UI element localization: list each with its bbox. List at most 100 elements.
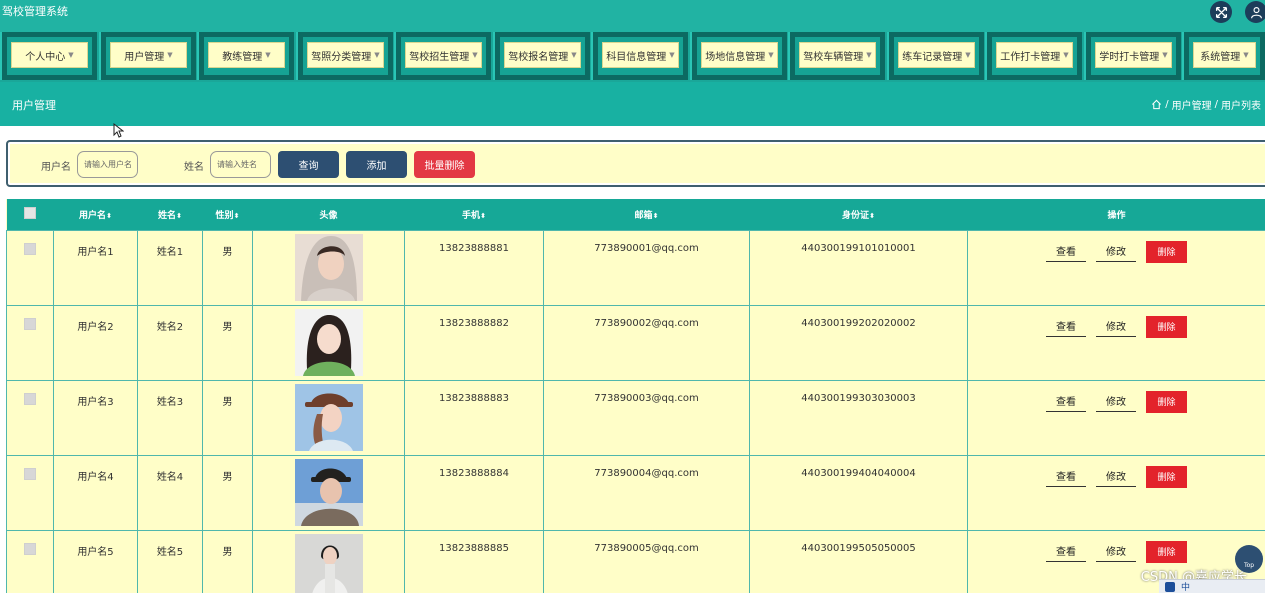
menu-button[interactable]: 驾校招生管理 ▼ bbox=[405, 42, 482, 68]
row-select-cell bbox=[6, 529, 54, 593]
cell-email: 773890004@qq.com bbox=[543, 454, 750, 531]
row-checkbox[interactable] bbox=[24, 317, 36, 330]
user-icon[interactable] bbox=[1245, 1, 1265, 23]
view-button[interactable]: 查看 bbox=[1046, 241, 1086, 262]
menu-button[interactable]: 工作打卡管理 ▼ bbox=[996, 42, 1073, 68]
menu-button[interactable]: 系统管理 ▼ bbox=[1193, 42, 1256, 68]
col-header-phone[interactable]: 手机⬍ bbox=[404, 199, 544, 230]
row-checkbox[interactable] bbox=[24, 542, 36, 555]
col-header-actions: 操作 bbox=[967, 199, 1265, 230]
username-search-input[interactable]: 请输入用户名 bbox=[77, 151, 138, 178]
back-to-top-button[interactable]: Top bbox=[1235, 545, 1263, 573]
menu-button[interactable]: 个人中心 ▼ bbox=[11, 42, 88, 68]
tray-logo-icon bbox=[1165, 581, 1175, 592]
cell-idcard: 440300199505050005 bbox=[749, 529, 968, 593]
cell-idcard: 440300199101010001 bbox=[749, 229, 968, 306]
col-header-username[interactable]: 用户名⬍ bbox=[53, 199, 138, 230]
menu-label: 教练管理 bbox=[222, 51, 263, 63]
breadcrumb-item-user-management[interactable]: 用户管理 bbox=[1172, 97, 1212, 112]
menu-button[interactable]: 科目信息管理 ▼ bbox=[602, 42, 679, 68]
menu-button[interactable]: 学时打卡管理 ▼ bbox=[1095, 42, 1172, 68]
menu-button[interactable]: 教练管理 ▼ bbox=[208, 42, 285, 68]
cell-actions: 查看 修改 删除 bbox=[967, 304, 1265, 381]
view-button[interactable]: 查看 bbox=[1046, 391, 1086, 412]
menu-label: 驾校车辆管理 bbox=[803, 51, 864, 63]
table-row: 用户名4 姓名4 男 13823888884 773890004@qq.com 44030… bbox=[6, 454, 1265, 531]
avatar bbox=[294, 533, 363, 593]
menu-button[interactable]: 驾校车辆管理 ▼ bbox=[799, 42, 876, 68]
cell-username: 用户名5 bbox=[53, 529, 138, 593]
row-select-cell bbox=[6, 229, 54, 306]
delete-button[interactable]: 删除 bbox=[1146, 540, 1187, 563]
chevron-down-icon: ▼ bbox=[68, 51, 74, 59]
view-button[interactable]: 查看 bbox=[1046, 541, 1086, 562]
cell-avatar bbox=[252, 379, 405, 456]
table-row: 用户名1 姓名1 男 13823888881 773890001@qq.com 44030… bbox=[6, 229, 1265, 306]
row-checkbox[interactable] bbox=[24, 392, 36, 405]
menu-button[interactable]: 驾校报名管理 ▼ bbox=[504, 42, 581, 68]
username-label: 用户名 bbox=[41, 162, 71, 173]
menu-item-5[interactable]: 驾校招生管理 ▼ bbox=[394, 32, 491, 80]
edit-button[interactable]: 修改 bbox=[1096, 466, 1136, 487]
edit-button[interactable]: 修改 bbox=[1096, 241, 1136, 262]
menu-button[interactable]: 用户管理 ▼ bbox=[110, 42, 187, 68]
menu-label: 驾校报名管理 bbox=[508, 51, 569, 63]
avatar bbox=[294, 458, 363, 526]
view-button[interactable]: 查看 bbox=[1046, 316, 1086, 337]
menu-label: 驾照分类管理 bbox=[311, 51, 372, 63]
chevron-down-icon: ▼ bbox=[265, 51, 271, 59]
add-button[interactable]: 添加 bbox=[346, 151, 407, 178]
avatar bbox=[294, 383, 363, 451]
delete-button[interactable]: 删除 bbox=[1146, 315, 1187, 338]
fullscreen-icon[interactable] bbox=[1210, 1, 1232, 23]
search-panel: 用户名 请输入用户名 姓名 请输入姓名 查询 添加 批量删除 bbox=[6, 140, 1265, 187]
menu-item-1[interactable]: 个人中心 ▼ bbox=[0, 32, 97, 80]
cell-actions: 查看 修改 删除 bbox=[967, 379, 1265, 456]
menu-button[interactable]: 场地信息管理 ▼ bbox=[701, 42, 778, 68]
input-method-indicator[interactable]: 中 bbox=[1181, 580, 1190, 593]
cell-username: 用户名4 bbox=[53, 454, 138, 531]
batch-delete-button[interactable]: 批量删除 bbox=[414, 151, 475, 178]
view-button[interactable]: 查看 bbox=[1046, 466, 1086, 487]
row-select-cell bbox=[6, 454, 54, 531]
menu-item-10[interactable]: 练车记录管理 ▼ bbox=[887, 32, 984, 80]
menu-item-4[interactable]: 驾照分类管理 ▼ bbox=[296, 32, 393, 80]
menu-item-6[interactable]: 驾校报名管理 ▼ bbox=[493, 32, 590, 80]
cell-actions: 查看 修改 删除 bbox=[967, 229, 1265, 306]
menu-item-7[interactable]: 科目信息管理 ▼ bbox=[591, 32, 688, 80]
query-button[interactable]: 查询 bbox=[278, 151, 339, 178]
col-header-name[interactable]: 姓名⬍ bbox=[137, 199, 203, 230]
menu-item-13[interactable]: 系统管理 ▼ bbox=[1182, 32, 1265, 80]
menu-button[interactable]: 练车记录管理 ▼ bbox=[898, 42, 975, 68]
menu-item-12[interactable]: 学时打卡管理 ▼ bbox=[1084, 32, 1181, 80]
menu-item-2[interactable]: 用户管理 ▼ bbox=[99, 32, 196, 80]
col-header-email[interactable]: 邮箱⬍ bbox=[543, 199, 750, 230]
home-icon[interactable] bbox=[1151, 99, 1162, 110]
row-checkbox[interactable] bbox=[24, 467, 36, 480]
menu-button[interactable]: 驾照分类管理 ▼ bbox=[307, 42, 384, 68]
edit-button[interactable]: 修改 bbox=[1096, 541, 1136, 562]
delete-button[interactable]: 删除 bbox=[1146, 465, 1187, 488]
delete-button[interactable]: 删除 bbox=[1146, 390, 1187, 413]
chevron-down-icon: ▼ bbox=[669, 51, 675, 59]
menu-label: 练车记录管理 bbox=[902, 51, 963, 63]
select-all-checkbox[interactable] bbox=[24, 206, 36, 219]
menu-item-11[interactable]: 工作打卡管理 ▼ bbox=[985, 32, 1082, 80]
col-header-idcard[interactable]: 身份证⬍ bbox=[749, 199, 968, 230]
col-header-gender[interactable]: 性别⬍ bbox=[202, 199, 253, 230]
chevron-down-icon: ▼ bbox=[866, 51, 872, 59]
menu-item-9[interactable]: 驾校车辆管理 ▼ bbox=[788, 32, 885, 80]
table-row: 用户名5 姓名5 男 13823888885 773890005@qq.com 44030… bbox=[6, 529, 1265, 593]
row-checkbox[interactable] bbox=[24, 242, 36, 255]
avatar bbox=[294, 233, 363, 301]
user-table: 用户名⬍ 姓名⬍ 性别⬍ 头像 手机⬍ 邮箱⬍ 身份证⬍ 操作 用户名1 姓名1 男… bbox=[6, 199, 1265, 593]
delete-button[interactable]: 删除 bbox=[1146, 240, 1187, 263]
menu-item-8[interactable]: 场地信息管理 ▼ bbox=[690, 32, 787, 80]
chevron-down-icon: ▼ bbox=[768, 51, 774, 59]
edit-button[interactable]: 修改 bbox=[1096, 391, 1136, 412]
cell-phone: 13823888881 bbox=[404, 229, 544, 306]
edit-button[interactable]: 修改 bbox=[1096, 316, 1136, 337]
cell-name: 姓名1 bbox=[137, 229, 203, 306]
menu-item-3[interactable]: 教练管理 ▼ bbox=[197, 32, 294, 80]
name-search-input[interactable]: 请输入姓名 bbox=[210, 151, 271, 178]
